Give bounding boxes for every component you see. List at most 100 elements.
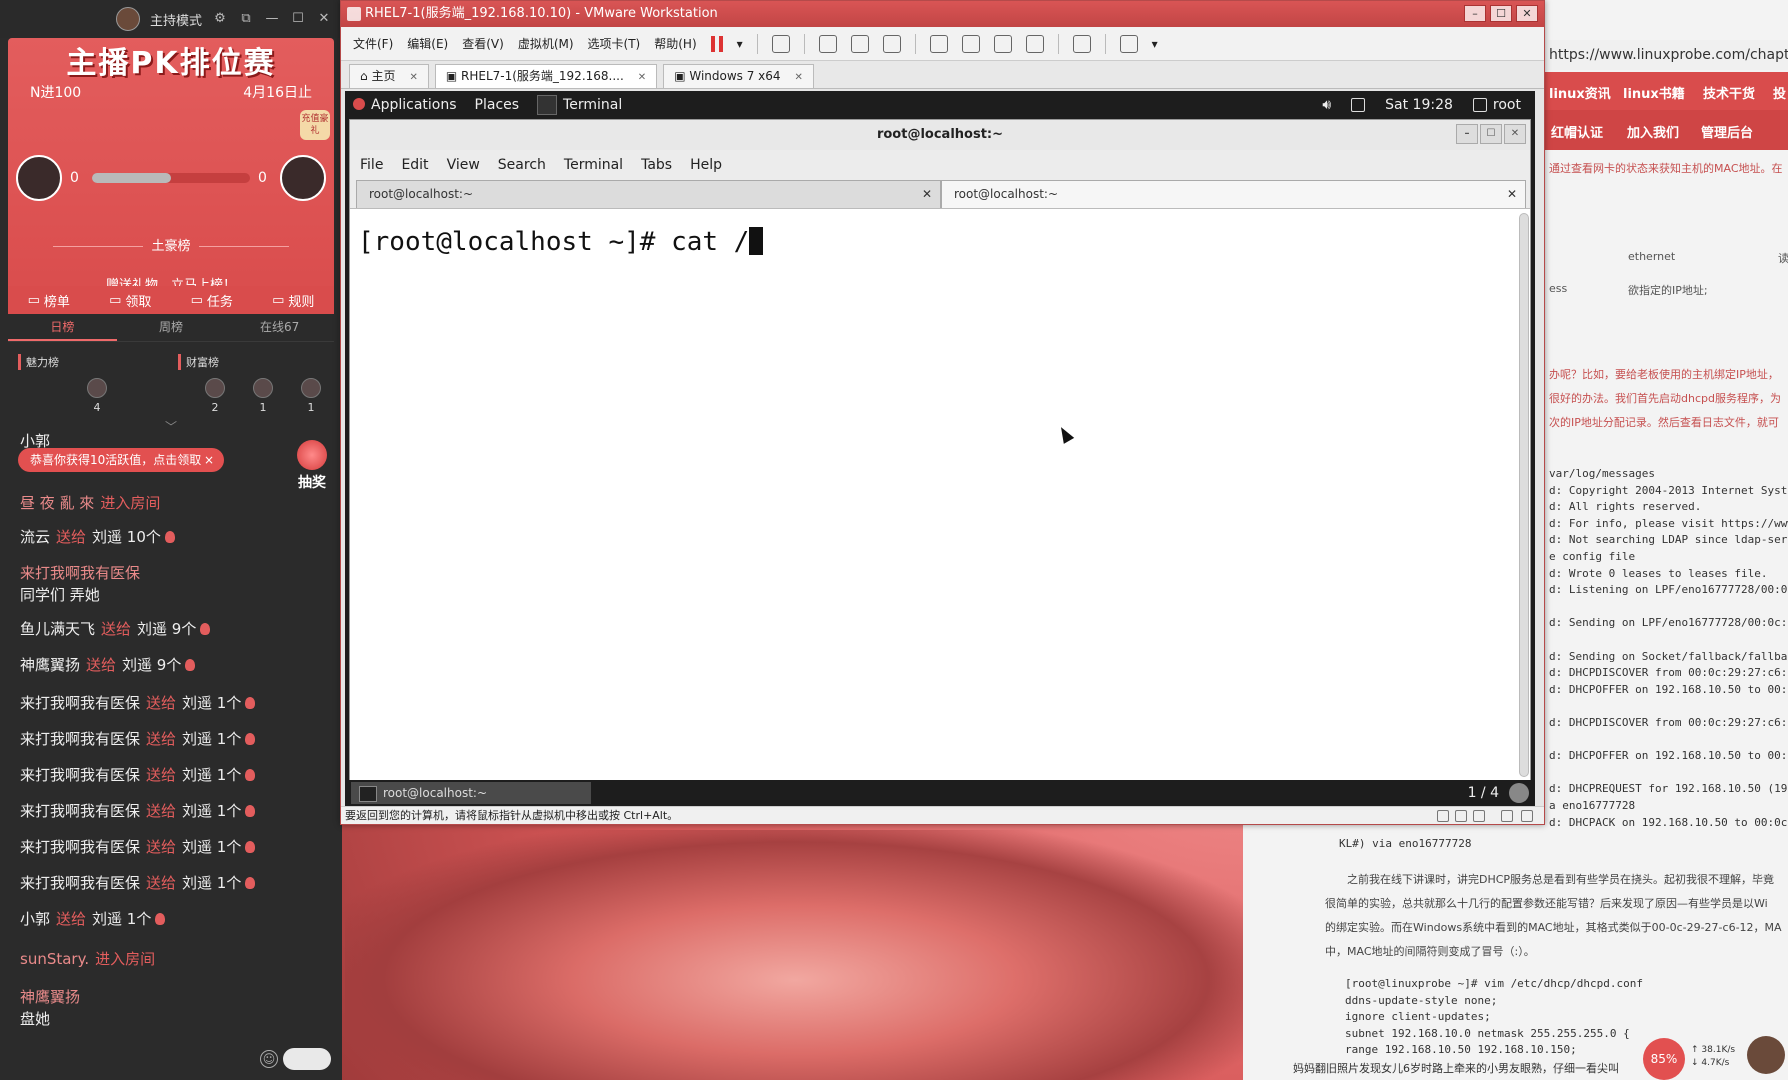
chat-username[interactable]: 来打我啊我有医保 — [20, 838, 140, 856]
applications-menu[interactable]: Applications — [353, 97, 457, 113]
fullscreen-icon[interactable] — [993, 34, 1012, 53]
menu-file[interactable]: File — [360, 157, 383, 173]
chat-username[interactable]: 小郭 — [20, 910, 50, 928]
tab-tasks[interactable]: ▭ 任务 — [191, 291, 233, 310]
close-icon[interactable]: ✕ — [638, 72, 646, 83]
menu-vm[interactable]: 虚拟机(M) — [518, 35, 574, 52]
network-icon[interactable] — [1473, 810, 1485, 822]
reward-toast[interactable]: 恭喜你获得10活跃值，点击领取 × — [18, 448, 224, 472]
menu-tabs[interactable]: 选项卡(T) — [588, 35, 641, 52]
chat-username[interactable]: 来打我啊我有医保 — [20, 564, 140, 582]
hdd-icon[interactable] — [1437, 810, 1449, 822]
nav-tech[interactable]: 技术干货 — [1703, 83, 1755, 102]
chevron-down-icon[interactable]: ▾ — [737, 37, 743, 51]
send-keys-icon[interactable] — [771, 34, 790, 53]
user-icon[interactable] — [1472, 98, 1487, 112]
nav-admin[interactable]: 管理后台 — [1701, 122, 1753, 141]
stretch-icon[interactable] — [1119, 34, 1138, 53]
close-icon[interactable]: ✕ — [1516, 5, 1538, 22]
cd-icon[interactable] — [1455, 810, 1467, 822]
resize-icon[interactable] — [1521, 810, 1533, 822]
close-icon[interactable]: ✕ — [922, 181, 932, 207]
left-fighter-avatar[interactable] — [16, 155, 62, 201]
terminal-scrollbar[interactable] — [1519, 213, 1529, 777]
tab-home[interactable]: ⌂ 主页 ✕ — [349, 64, 429, 88]
pause-icon[interactable] — [710, 35, 723, 52]
host-avatar[interactable] — [115, 7, 140, 31]
guest-display[interactable]: Applications Places Terminal 🔊︎ Sat 19:2… — [345, 91, 1535, 806]
minimize-icon[interactable]: – — [1456, 124, 1478, 144]
send-button[interactable] — [283, 1048, 331, 1070]
user-menu[interactable]: root — [1493, 97, 1521, 113]
message-icon[interactable] — [1501, 810, 1513, 822]
tab-rhel7[interactable]: ▣ RHEL7-1(服务端_192.168.... ✕ — [434, 64, 658, 88]
menu-file[interactable]: 文件(F) — [353, 35, 393, 52]
console-icon[interactable] — [1072, 34, 1091, 53]
terminal-titlebar[interactable]: root@localhost:~ – ☐ ✕ — [350, 120, 1530, 150]
terminal-app-icon[interactable] — [537, 95, 558, 115]
nav-linux-news[interactable]: linux资讯 — [1549, 83, 1611, 102]
chat-username[interactable]: 来打我啊我有医保 — [20, 802, 140, 820]
taskbar-terminal[interactable]: root@localhost:~ — [351, 782, 591, 804]
menu-view[interactable]: View — [447, 157, 480, 173]
tab-daily[interactable]: 日榜 — [8, 314, 117, 341]
chat-username[interactable]: 来打我啊我有医保 — [20, 766, 140, 784]
chat-username[interactable]: 昼 夜 亂 來 — [20, 494, 94, 512]
popout-icon[interactable]: ⧉ — [238, 11, 254, 27]
chat-username[interactable]: 神鹰翼扬 — [20, 988, 80, 1006]
unity-icon[interactable] — [1025, 34, 1044, 53]
tab-windows7[interactable]: ▣ Windows 7 x64 ✕ — [663, 64, 814, 88]
nav-redhat-cert[interactable]: 红帽认证 — [1551, 122, 1603, 141]
close-icon[interactable]: ✕ — [409, 72, 417, 83]
revert-snapshot-icon[interactable] — [850, 34, 869, 53]
menu-help[interactable]: 帮助(H) — [654, 35, 696, 52]
wealth-rank-user[interactable]: 1 — [300, 378, 322, 414]
host-mode-label[interactable]: 主持模式 — [150, 10, 202, 29]
chat-username[interactable]: 来打我啊我有医保 — [20, 730, 140, 748]
command-line[interactable]: [root@localhost ~]# cat / — [358, 227, 764, 257]
maximize-icon[interactable]: ☐ — [1490, 5, 1512, 22]
nav-submit[interactable]: 投 — [1773, 83, 1786, 102]
close-icon[interactable]: × — [204, 448, 214, 472]
menu-search[interactable]: Search — [498, 157, 546, 173]
right-fighter-avatar[interactable] — [280, 155, 326, 201]
minimize-icon[interactable]: – — [1464, 5, 1486, 22]
tab-rules[interactable]: ▭ 规则 — [272, 291, 314, 310]
volume-icon[interactable]: 🔊︎ — [1322, 97, 1331, 113]
maximize-icon[interactable]: ☐ — [290, 11, 306, 27]
library-icon[interactable] — [929, 34, 948, 53]
chat-username[interactable]: 来打我啊我有医保 — [20, 694, 140, 712]
terminal-screen[interactable]: [root@localhost ~]# cat / — [350, 208, 1530, 780]
thumbnail-icon[interactable] — [961, 34, 980, 53]
chevron-down-icon[interactable]: ﹀ — [165, 418, 177, 435]
wealth-rank-user[interactable]: 1 — [252, 378, 274, 414]
chat-username[interactable]: 流云 — [20, 528, 50, 546]
settings-icon[interactable]: ⚙ — [212, 11, 228, 27]
terminal-app-label[interactable]: Terminal — [563, 97, 622, 113]
vmware-titlebar[interactable]: RHEL7-1(服务端_192.168.10.10) - VMware Work… — [341, 1, 1544, 27]
menu-help[interactable]: Help — [690, 157, 722, 173]
menu-view[interactable]: 查看(V) — [462, 35, 504, 52]
menu-tabs[interactable]: Tabs — [641, 157, 672, 173]
terminal-tab[interactable]: root@localhost:~ ✕ — [356, 180, 941, 208]
terminal-tab-active[interactable]: root@localhost:~ ✕ — [941, 180, 1526, 208]
maximize-icon[interactable]: ☐ — [1480, 124, 1502, 144]
chevron-down-icon[interactable]: ▾ — [1152, 37, 1158, 51]
menu-terminal[interactable]: Terminal — [564, 157, 623, 173]
places-menu[interactable]: Places — [475, 97, 520, 113]
close-icon[interactable]: ✕ — [1504, 124, 1526, 144]
emoji-icon[interactable]: ☺ — [260, 1050, 278, 1068]
chat-username[interactable]: 鱼儿满天飞 — [20, 620, 95, 638]
recharge-gift-tag[interactable]: 充值豪礼 — [300, 110, 330, 140]
menu-edit[interactable]: Edit — [401, 157, 428, 173]
close-icon[interactable]: ✕ — [1507, 181, 1517, 207]
chat-username[interactable]: sunStary. — [20, 950, 89, 968]
lottery-button[interactable]: 抽奖 — [292, 440, 332, 491]
notification-icon[interactable] — [1509, 783, 1529, 803]
snapshot-manager-icon[interactable] — [882, 34, 901, 53]
nav-join-us[interactable]: 加入我们 — [1627, 122, 1679, 141]
tab-weekly[interactable]: 周榜 — [117, 314, 226, 341]
chat-username[interactable]: 神鹰翼扬 — [20, 656, 80, 674]
snapshot-icon[interactable] — [818, 34, 837, 53]
chat-username[interactable]: 来打我啊我有医保 — [20, 874, 140, 892]
